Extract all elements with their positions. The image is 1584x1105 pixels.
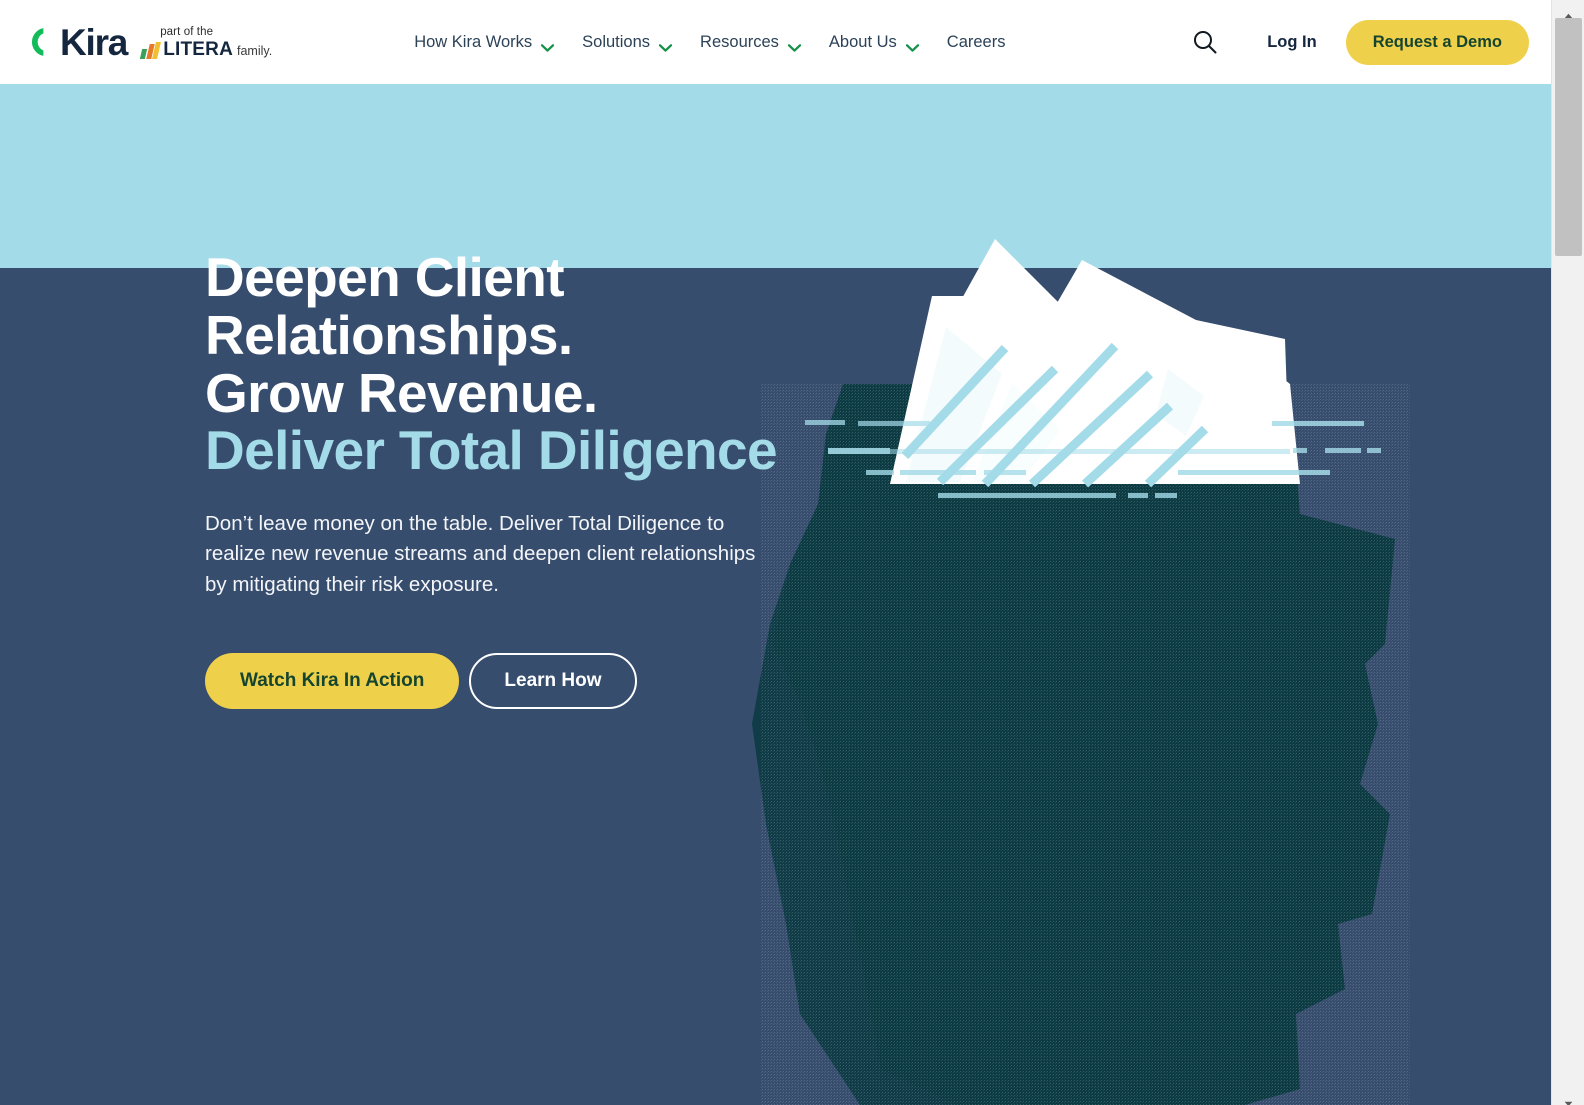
nav-label: Careers	[946, 32, 1006, 51]
hero-copy: Deepen Client Relationships. Grow Revenu…	[205, 246, 995, 709]
hero-section: Deepen Client Relationships. Grow Revenu…	[0, 84, 1551, 1105]
search-icon[interactable]	[1188, 25, 1222, 59]
logo-lockup[interactable]: Kira part of the LITERA family.	[22, 24, 272, 61]
litera-family-label: family.	[237, 44, 273, 59]
nav-item-how-kira-works[interactable]: How Kira Works	[414, 32, 555, 52]
chevron-down-icon	[905, 38, 919, 52]
chevron-down-icon	[658, 38, 673, 52]
watch-kira-in-action-button[interactable]: Watch Kira In Action	[205, 652, 460, 709]
headline-line-4-accent: Deliver Total Diligence	[205, 419, 778, 482]
nav-label: Solutions	[582, 32, 651, 51]
nav-item-resources[interactable]: Resources	[700, 32, 802, 52]
kira-bracket-icon	[22, 25, 56, 59]
page-viewport: Kira part of the LITERA family. How Kira…	[0, 0, 1551, 1105]
litera-bars-icon	[140, 41, 162, 59]
nav-item-about-us[interactable]: About Us	[829, 33, 919, 52]
nav-item-solutions[interactable]: Solutions	[582, 32, 673, 52]
vertical-scrollbar[interactable]	[1551, 0, 1584, 1105]
litera-wordmark: LITERA	[163, 38, 233, 60]
header-actions: Log In Request a Demo	[1188, 19, 1529, 65]
kira-wordmark: Kira	[60, 21, 128, 63]
litera-part-of-the: part of the	[160, 26, 214, 39]
nav-label: Resources	[700, 32, 779, 51]
main-navigation: How Kira Works Solutions Resources About…	[414, 33, 1005, 52]
hero-sky-band	[0, 84, 1551, 268]
headline-line-1: Deepen Client	[205, 246, 565, 308]
learn-how-button[interactable]: Learn How	[469, 652, 637, 709]
site-header: Kira part of the LITERA family. How Kira…	[0, 0, 1551, 84]
scroll-down-arrow-icon[interactable]	[1552, 1088, 1584, 1105]
chevron-down-icon	[541, 38, 555, 52]
scrollbar-thumb[interactable]	[1555, 18, 1582, 256]
scroll-up-arrow-icon[interactable]	[1552, 0, 1584, 18]
login-link[interactable]: Log In	[1267, 33, 1316, 52]
headline-line-3: Grow Revenue.	[205, 361, 598, 424]
page-title: Deepen Client Relationships. Grow Revenu…	[205, 246, 995, 482]
nav-label: About Us	[828, 32, 897, 51]
nav-label: How Kira Works	[414, 32, 533, 51]
litera-affiliation: part of the LITERA family.	[140, 26, 273, 60]
chevron-down-icon	[787, 38, 802, 52]
headline-line-2: Relationships.	[205, 303, 573, 366]
hero-subcopy: Don’t leave money on the table. Deliver …	[205, 512, 756, 596]
kira-logo[interactable]: Kira	[22, 21, 128, 63]
hero-cta-row: Watch Kira In Action Learn How	[205, 652, 995, 709]
nav-item-careers[interactable]: Careers	[947, 33, 1006, 52]
request-demo-button[interactable]: Request a Demo	[1345, 19, 1529, 65]
